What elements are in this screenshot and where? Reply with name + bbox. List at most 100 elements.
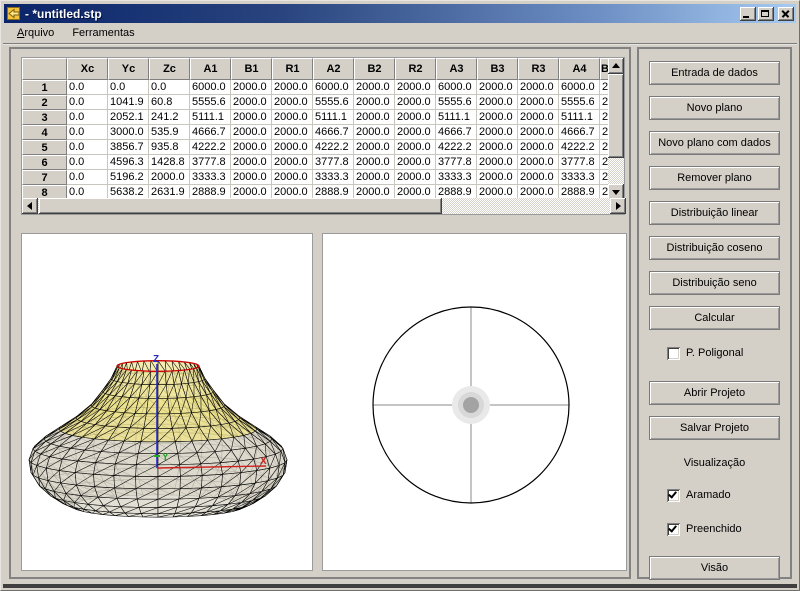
table-cell[interactable]: 5555.6 xyxy=(190,95,231,110)
row-header[interactable]: 2 xyxy=(22,95,67,110)
table-cell[interactable]: 0.0 xyxy=(108,80,149,95)
table-cell[interactable]: 2000.0 xyxy=(395,155,436,170)
table-cell[interactable]: 5555.6 xyxy=(313,95,354,110)
table-cell[interactable]: 2000.0 xyxy=(272,140,313,155)
table-cell-clipped[interactable]: 2000.0 xyxy=(600,110,608,125)
distribui-o-seno-button[interactable]: Distribuição seno xyxy=(649,271,780,295)
table-cell[interactable]: 4222.2 xyxy=(190,140,231,155)
table-cell[interactable]: 0.0 xyxy=(149,80,190,95)
table-cell[interactable]: 2000.0 xyxy=(272,125,313,140)
table-cell[interactable]: 6000.0 xyxy=(190,80,231,95)
table-cell[interactable]: 2052.1 xyxy=(108,110,149,125)
table-cell[interactable]: 2000.0 xyxy=(395,125,436,140)
table-cell[interactable]: 2000.0 xyxy=(518,170,559,185)
table-cell-clipped[interactable]: 2000.0 xyxy=(600,155,608,170)
table-cell[interactable]: 2000.0 xyxy=(477,155,518,170)
calcular-button[interactable]: Calcular xyxy=(649,306,780,330)
table-cell[interactable]: 5196.2 xyxy=(108,170,149,185)
table-cell[interactable]: 2000.0 xyxy=(395,95,436,110)
table-cell[interactable]: 4222.2 xyxy=(436,140,477,155)
table-cell[interactable]: 2000.0 xyxy=(395,140,436,155)
menu-item-ferramentas[interactable]: Ferramentas xyxy=(65,25,141,41)
row-header[interactable]: 4 xyxy=(22,125,67,140)
table-cell[interactable]: 0.0 xyxy=(67,155,108,170)
vscroll-thumb[interactable] xyxy=(608,74,624,158)
novo-plano-com-dados-button[interactable]: Novo plano com dados xyxy=(649,131,780,155)
maximize-button[interactable] xyxy=(758,7,774,21)
table-cell[interactable]: 2000.0 xyxy=(518,110,559,125)
checkbox-box[interactable] xyxy=(667,489,680,502)
table-cell[interactable]: 2000.0 xyxy=(354,95,395,110)
p-poligonal-checkbox[interactable]: P. Poligonal xyxy=(667,346,743,360)
table-cell[interactable]: 3777.8 xyxy=(313,155,354,170)
row-header[interactable]: 3 xyxy=(22,110,67,125)
close-button[interactable] xyxy=(778,7,794,21)
abrir-projeto-button[interactable]: Abrir Projeto xyxy=(649,381,780,405)
table-cell[interactable]: 1041.9 xyxy=(108,95,149,110)
table-cell[interactable]: 2000.0 xyxy=(477,110,518,125)
table-cell[interactable]: 241.2 xyxy=(149,110,190,125)
table-cell[interactable]: 2000.0 xyxy=(231,95,272,110)
table-cell[interactable]: 2000.0 xyxy=(231,170,272,185)
table-horizontal-scrollbar[interactable] xyxy=(22,198,626,214)
table-cell[interactable]: 2000.0 xyxy=(149,170,190,185)
table-cell[interactable]: 4666.7 xyxy=(313,125,354,140)
table-cell[interactable]: 4666.7 xyxy=(190,125,231,140)
table-cell[interactable]: 2000.0 xyxy=(518,80,559,95)
table-cell[interactable]: 2000.0 xyxy=(518,140,559,155)
table-cell[interactable]: 2000.0 xyxy=(272,155,313,170)
table-cell[interactable]: 0.0 xyxy=(67,170,108,185)
distribui-o-coseno-button[interactable]: Distribuição coseno xyxy=(649,236,780,260)
table-cell[interactable]: 2000.0 xyxy=(231,80,272,95)
novo-plano-button[interactable]: Novo plano xyxy=(649,96,780,120)
table-cell[interactable]: 0.0 xyxy=(67,110,108,125)
table-cell[interactable]: 2000.0 xyxy=(477,140,518,155)
entrada-de-dados-button[interactable]: Entrada de dados xyxy=(649,61,780,85)
table-cell[interactable]: 2000.0 xyxy=(477,125,518,140)
table-cell[interactable]: 3333.3 xyxy=(559,170,600,185)
table-cell[interactable]: 2000.0 xyxy=(272,110,313,125)
checkbox-box[interactable] xyxy=(667,347,680,360)
table-cell-clipped[interactable]: 2000.0 xyxy=(600,140,608,155)
table-cell[interactable]: 3777.8 xyxy=(436,155,477,170)
aramado-checkbox[interactable]: Aramado xyxy=(667,488,731,502)
table-cell[interactable]: 2000.0 xyxy=(477,80,518,95)
table-cell[interactable]: 3856.7 xyxy=(108,140,149,155)
row-header[interactable]: 7 xyxy=(22,170,67,185)
salvar-projeto-button[interactable]: Salvar Projeto xyxy=(649,416,780,440)
table-cell[interactable]: 4222.2 xyxy=(559,140,600,155)
table-cell[interactable]: 4222.2 xyxy=(313,140,354,155)
hscroll-thumb[interactable] xyxy=(39,198,442,214)
table-cell[interactable]: 2000.0 xyxy=(395,80,436,95)
table-cell[interactable]: 2000.0 xyxy=(477,95,518,110)
table-cell[interactable]: 2000.0 xyxy=(272,170,313,185)
table-cell[interactable]: 2000.0 xyxy=(477,170,518,185)
table-cell[interactable]: 4666.7 xyxy=(436,125,477,140)
menu-item-arquivo[interactable]: Arquivo xyxy=(10,25,61,41)
minimize-button[interactable] xyxy=(740,7,756,21)
table-cell[interactable]: 2000.0 xyxy=(354,110,395,125)
table-cell[interactable]: 2000.0 xyxy=(231,125,272,140)
viewport-3d[interactable]: ZYX xyxy=(21,233,313,571)
table-cell[interactable]: 2000.0 xyxy=(518,155,559,170)
table-cell[interactable]: 2000.0 xyxy=(395,170,436,185)
table-cell[interactable]: 0.0 xyxy=(67,80,108,95)
table-cell[interactable]: 3000.0 xyxy=(108,125,149,140)
table-cell[interactable]: 4596.3 xyxy=(108,155,149,170)
table-cell[interactable]: 0.0 xyxy=(67,140,108,155)
scroll-right-button[interactable] xyxy=(610,198,626,214)
table-cell[interactable]: 5555.6 xyxy=(559,95,600,110)
row-header[interactable]: 6 xyxy=(22,155,67,170)
scroll-left-button[interactable] xyxy=(22,198,38,214)
table-cell[interactable]: 6000.0 xyxy=(313,80,354,95)
table-cell[interactable]: 6000.0 xyxy=(559,80,600,95)
table-cell[interactable]: 2000.0 xyxy=(518,95,559,110)
table-cell[interactable]: 0.0 xyxy=(67,125,108,140)
checkbox-box[interactable] xyxy=(667,523,680,536)
table-cell[interactable]: 2000.0 xyxy=(354,80,395,95)
row-header[interactable]: 5 xyxy=(22,140,67,155)
preenchido-checkbox[interactable]: Preenchido xyxy=(667,522,742,536)
table-cell[interactable]: 3777.8 xyxy=(190,155,231,170)
table-vertical-scrollbar[interactable] xyxy=(608,58,624,200)
table-cell[interactable]: 2000.0 xyxy=(354,125,395,140)
